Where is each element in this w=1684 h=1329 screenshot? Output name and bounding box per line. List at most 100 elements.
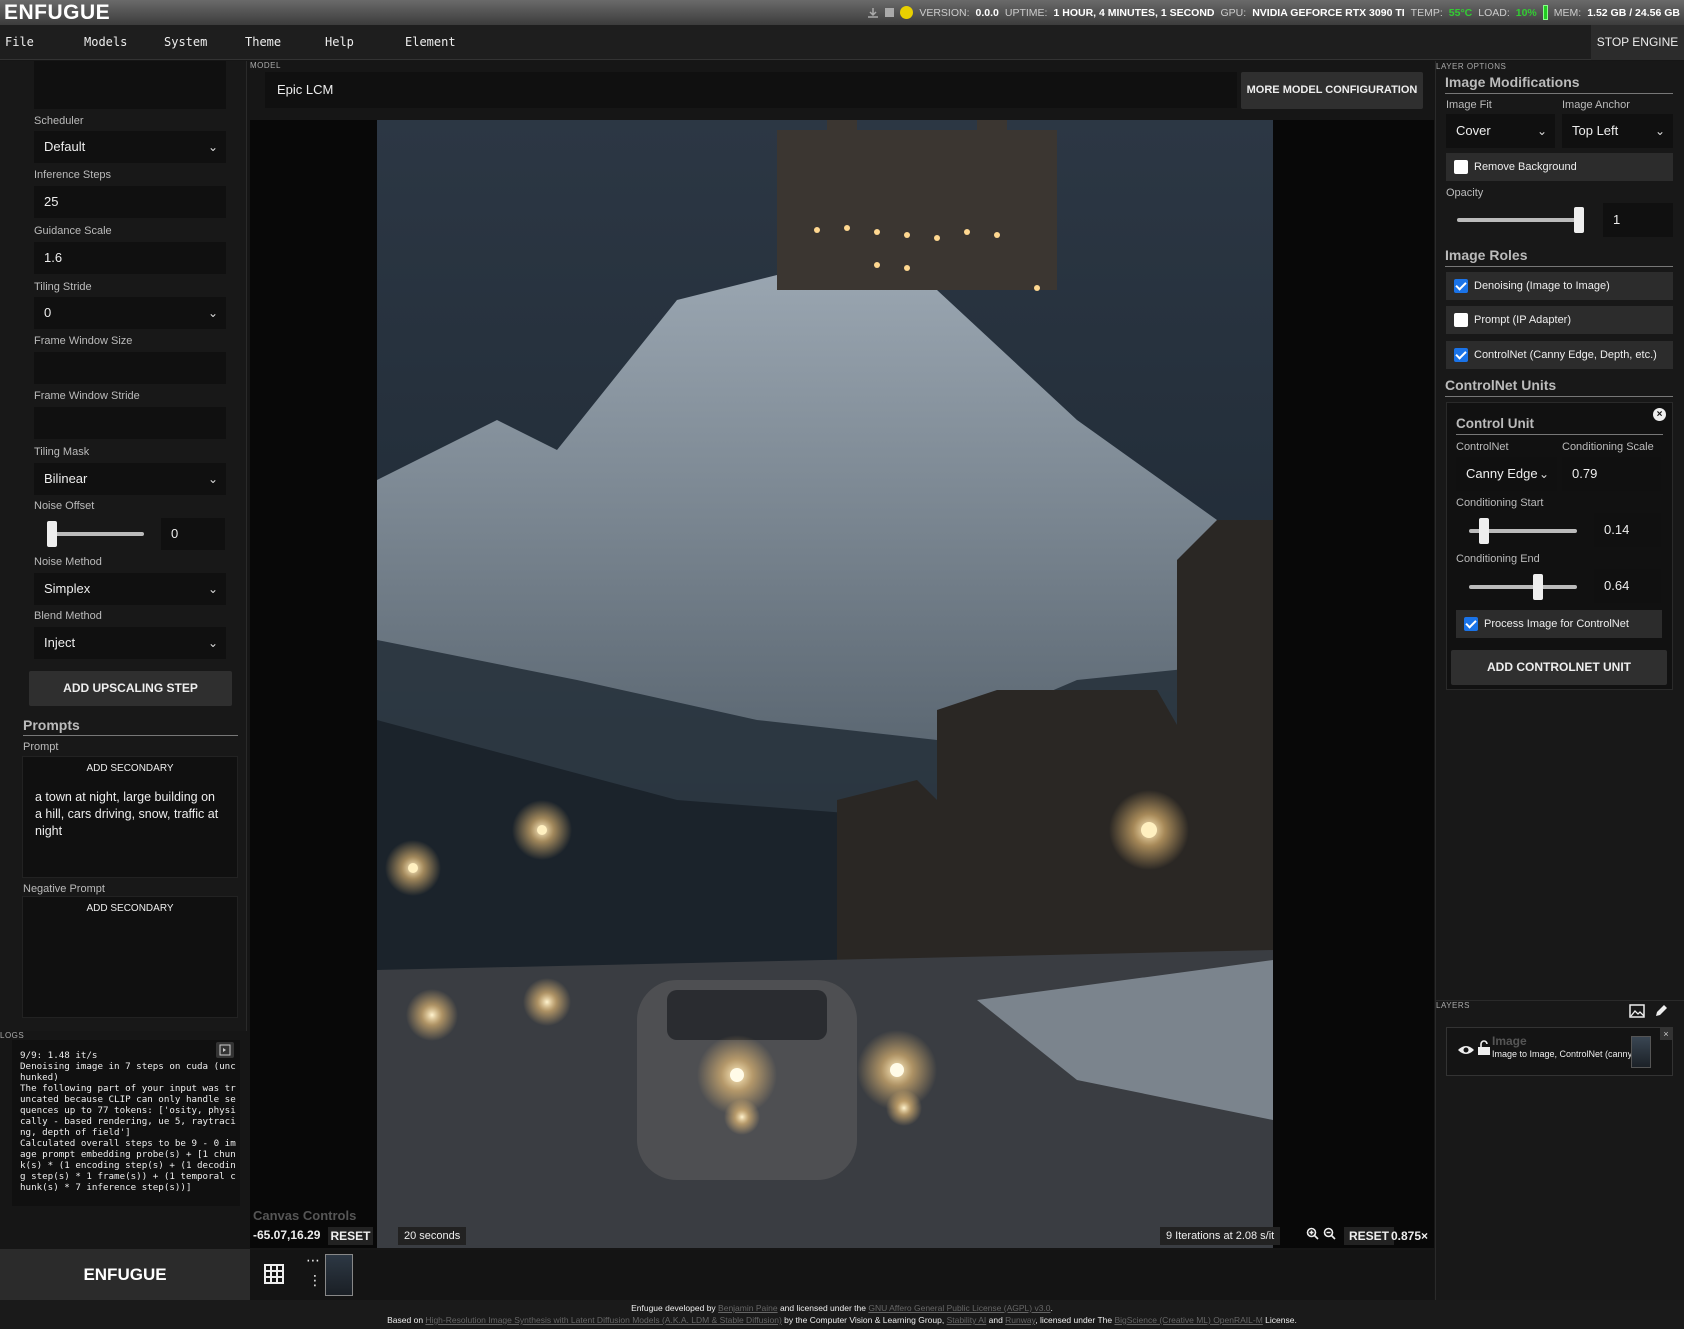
blend-method-select[interactable]: Inject ⌄	[34, 627, 226, 659]
app-window: ENFUGUE VERSION: 0.0.0 UPTIME: 1 HOUR, 4 M…	[0, 0, 1684, 1329]
load-value: 10%	[1515, 6, 1537, 19]
controlnet-role-checkbox[interactable]: ControlNet (Canny Edge, Depth, etc.)	[1446, 341, 1673, 369]
noise-offset-label: Noise Offset	[34, 500, 95, 512]
stop-engine-button[interactable]: STOP ENGINE	[1591, 25, 1684, 60]
prompt-add-secondary-button[interactable]: ADD SECONDARY	[23, 763, 237, 774]
layer-item[interactable]: Image Image to Image, ControlNet (canny)…	[1446, 1027, 1673, 1076]
image-icon[interactable]	[1629, 1004, 1645, 1023]
layers-label: LAYERS	[1436, 1001, 1470, 1010]
menu-theme[interactable]: Theme	[245, 25, 281, 60]
menu-help[interactable]: Help	[325, 25, 354, 60]
inference-steps-input[interactable]: 25	[34, 186, 226, 218]
vertical-menu-icon[interactable]: ⋮	[308, 1272, 322, 1289]
layer-options-label: LAYER OPTIONS	[1436, 62, 1507, 71]
top-textarea[interactable]	[34, 61, 226, 109]
menu-system[interactable]: System	[164, 25, 207, 60]
chevron-down-icon: ⌄	[207, 636, 218, 650]
elapsed-time: 20 seconds	[398, 1227, 467, 1245]
thumbnail-image[interactable]	[325, 1254, 353, 1296]
pencil-icon[interactable]	[1654, 1004, 1668, 1023]
image-anchor-select[interactable]: Top Left ⌄	[1562, 114, 1673, 148]
menu-models[interactable]: Models	[84, 25, 127, 60]
frame-window-size-input[interactable]	[34, 352, 226, 384]
license-link[interactable]: GNU Affero General Public License (AGPL)…	[868, 1303, 1050, 1313]
menu-file[interactable]: File	[5, 25, 34, 60]
noise-offset-input[interactable]: 0	[161, 518, 225, 550]
opacity-label: Opacity	[1446, 187, 1484, 199]
checkbox-icon	[1454, 313, 1468, 327]
conditioning-scale-label: Conditioning Scale	[1562, 441, 1654, 453]
zoom-out-icon[interactable]	[1323, 1227, 1336, 1245]
footer-line-2: Based on High-Resolution Image Synthesis…	[0, 1314, 1684, 1326]
more-model-configuration-button[interactable]: MORE MODEL CONFIGURATION	[1241, 72, 1423, 109]
conditioning-end-thumb[interactable]	[1533, 574, 1544, 600]
scheduler-value: Default	[44, 139, 86, 154]
opacity-input[interactable]: 1	[1603, 203, 1673, 237]
download-icon[interactable]	[867, 7, 879, 19]
negative-prompt-textarea[interactable]: ADD SECONDARY	[22, 896, 238, 1018]
image-anchor-label: Image Anchor	[1562, 99, 1630, 111]
canvas-reset-button[interactable]: RESET	[328, 1227, 373, 1245]
iteration-rate: 9 Iterations at 2.08 s/it	[1160, 1227, 1281, 1245]
footer-text: Enfugue developed by	[631, 1303, 719, 1313]
scheduler-select[interactable]: Default ⌄	[34, 131, 226, 163]
gpu-value: NVIDIA GEFORCE RTX 3090 TI	[1252, 6, 1405, 19]
prompt-textarea[interactable]: ADD SECONDARY a town at night, large bui…	[22, 756, 238, 878]
layer-close-icon[interactable]: ×	[1660, 1028, 1672, 1040]
image-fit-select[interactable]: Cover ⌄	[1446, 114, 1555, 148]
footer-text: and licensed under the	[777, 1303, 869, 1313]
grid-view-icon[interactable]	[264, 1264, 284, 1289]
layer-title: Image	[1492, 1034, 1527, 1048]
zoom-reset-button[interactable]: RESET	[1344, 1227, 1395, 1245]
noise-offset-slider[interactable]	[52, 532, 144, 536]
controlnet-select[interactable]: Canny Edge ⌄	[1456, 457, 1557, 491]
frame-window-stride-input[interactable]	[34, 407, 226, 439]
generated-image[interactable]	[377, 120, 1273, 1248]
opacity-slider-thumb[interactable]	[1574, 207, 1584, 233]
eye-icon[interactable]	[1457, 1043, 1475, 1061]
more-options-icon[interactable]: ⋯	[306, 1252, 320, 1269]
uptime-value: 1 HOUR, 4 MINUTES, 1 SECOND	[1053, 6, 1215, 19]
tiling-stride-select[interactable]: 0 ⌄	[34, 297, 226, 329]
openrail-link[interactable]: BigScience (Creative ML) OpenRAIL-M	[1114, 1315, 1262, 1325]
conditioning-end-slider[interactable]	[1469, 585, 1577, 589]
tiling-mask-select[interactable]: Bilinear ⌄	[34, 463, 226, 495]
ip-adapter-role-checkbox[interactable]: Prompt (IP Adapter)	[1446, 306, 1673, 334]
zoom-in-icon[interactable]	[1306, 1227, 1319, 1245]
conditioning-start-input[interactable]: 0.14	[1594, 513, 1661, 547]
noise-method-select[interactable]: Simplex ⌄	[34, 573, 226, 605]
author-link[interactable]: Benjamin Paine	[718, 1303, 778, 1313]
temp-label: TEMP:	[1410, 6, 1443, 19]
denoising-role-checkbox[interactable]: Denoising (Image to Image)	[1446, 272, 1673, 300]
footer-text: by the Computer Vision & Learning Group,	[781, 1315, 947, 1325]
negative-add-secondary-button[interactable]: ADD SECONDARY	[23, 903, 237, 914]
controlnet-value: Canny Edge	[1466, 466, 1538, 481]
stop-square-icon[interactable]	[885, 8, 895, 17]
model-label: MODEL	[250, 61, 281, 70]
unlock-icon[interactable]	[1477, 1040, 1491, 1061]
conditioning-scale-input[interactable]: 0.79	[1562, 457, 1661, 491]
footer-text: .	[1050, 1303, 1053, 1313]
process-image-checkbox[interactable]: Process Image for ControlNet	[1456, 610, 1662, 638]
menu-element[interactable]: Element	[405, 25, 456, 60]
prompt-text[interactable]: a town at night, large building on a hil…	[35, 789, 225, 840]
guidance-scale-input[interactable]: 1.6	[34, 242, 226, 274]
remove-background-checkbox[interactable]: Remove Background	[1446, 153, 1673, 181]
conditioning-end-input[interactable]: 0.64	[1594, 569, 1661, 603]
chevron-down-icon: ⌄	[1538, 467, 1549, 481]
checkbox-checked-icon	[1454, 348, 1468, 362]
prompt-label: Prompt	[23, 741, 59, 753]
runway-link[interactable]: Runway	[1005, 1315, 1035, 1325]
conditioning-start-thumb[interactable]	[1479, 518, 1490, 544]
noise-method-value: Simplex	[44, 581, 91, 596]
add-controlnet-unit-button[interactable]: ADD CONTROLNET UNIT	[1451, 650, 1667, 685]
add-upscaling-step-button[interactable]: ADD UPSCALING STEP	[29, 671, 232, 706]
opacity-slider[interactable]	[1457, 218, 1579, 222]
stability-link[interactable]: Stability AI	[947, 1315, 987, 1325]
paper-link[interactable]: High-Resolution Image Synthesis with Lat…	[425, 1315, 781, 1325]
app-logo: ENFUGUE	[4, 1, 111, 24]
gpu-label: GPU:	[1220, 6, 1247, 19]
enfugue-invoke-button[interactable]: ENFUGUE	[0, 1249, 250, 1301]
noise-offset-slider-thumb[interactable]	[47, 521, 57, 547]
model-input[interactable]: Epic LCM	[265, 72, 1237, 108]
